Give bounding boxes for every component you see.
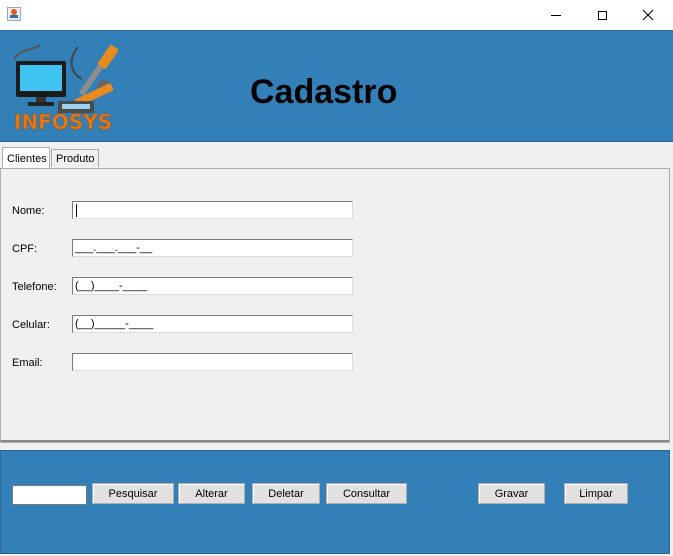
close-button[interactable] [625, 0, 671, 30]
nome-field[interactable] [72, 201, 353, 219]
text-caret [76, 203, 77, 217]
clientes-form-panel: Nome: CPF: ___.___.___-__ Telefone: (__)… [0, 168, 670, 443]
nome-label: Nome: [12, 205, 45, 217]
consultar-button[interactable]: Consultar [326, 483, 407, 504]
header-panel: INFOSYS Cadastro [0, 30, 673, 142]
telefone-label: Telefone: [12, 281, 57, 293]
java-cup-icon[interactable] [7, 7, 21, 21]
gravar-button[interactable]: Gravar [478, 483, 545, 504]
minimize-button[interactable] [533, 0, 579, 30]
maximize-button[interactable] [579, 0, 625, 30]
telefone-field[interactable]: (__)____-____ [72, 277, 353, 295]
tab-produto[interactable]: Produto [51, 149, 99, 167]
cpf-label: CPF: [12, 243, 38, 255]
window-titlebar [0, 0, 673, 30]
maximize-icon [597, 10, 607, 20]
email-field[interactable] [72, 353, 353, 371]
deletar-button[interactable]: Deletar [252, 483, 320, 504]
email-label: Email: [12, 357, 43, 369]
infosys-logo: INFOSYS [13, 44, 119, 131]
pesquisar-button[interactable]: Pesquisar [92, 483, 174, 504]
search-input[interactable] [12, 485, 87, 505]
page-title: Cadastro [250, 73, 398, 111]
celular-field[interactable]: (__)_____-____ [72, 315, 353, 333]
limpar-button[interactable]: Limpar [564, 483, 628, 504]
svg-text:INFOSYS: INFOSYS [14, 110, 112, 131]
actions-panel: Pesquisar Alterar Deletar Consultar Grav… [0, 450, 670, 554]
close-icon [642, 9, 654, 21]
minimize-icon [551, 14, 561, 16]
cpf-field[interactable]: ___.___.___-__ [72, 239, 353, 257]
tab-clientes[interactable]: Clientes [2, 147, 50, 168]
alterar-button[interactable]: Alterar [178, 483, 245, 504]
celular-label: Celular: [12, 319, 50, 331]
